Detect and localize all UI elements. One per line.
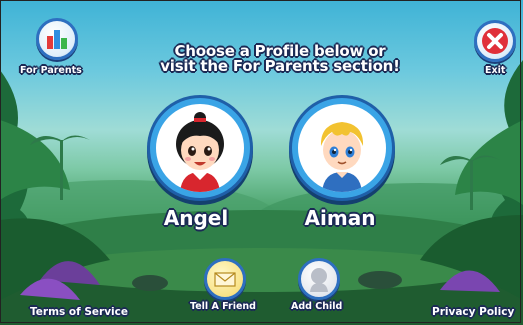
exit-button[interactable] [474,20,516,62]
for-parents-label[interactable]: For Parents [20,65,82,76]
add-child-label[interactable]: Add Child [291,301,342,312]
girl-avatar-icon [176,112,224,192]
headline-line-2: visit the For Parents section! [160,57,400,75]
profile-avatar-angel[interactable] [150,98,250,198]
tell-a-friend-label[interactable]: Tell A Friend [190,301,256,312]
add-child-button[interactable] [298,258,340,300]
page-title: Choose a Profile below or visit the For … [130,44,430,74]
boy-avatar-icon [320,122,364,192]
tell-a-friend-button[interactable] [204,258,246,300]
profile-name-aiman[interactable]: Aiman [280,206,400,230]
envelope-icon [214,272,236,287]
profile-select-screen: Choose a Profile below or visit the For … [0,0,523,325]
profile-name-angel[interactable]: Angel [136,206,256,230]
close-icon [482,28,508,54]
profile-avatar-aiman[interactable] [292,98,392,198]
privacy-policy-link[interactable]: Privacy Policy [432,306,514,318]
for-parents-button[interactable] [36,18,78,60]
child-silhouette-icon [310,268,328,292]
bar-chart-icon [47,30,67,49]
exit-label[interactable]: Exit [485,65,505,76]
terms-of-service-link[interactable]: Terms of Service [30,306,128,318]
